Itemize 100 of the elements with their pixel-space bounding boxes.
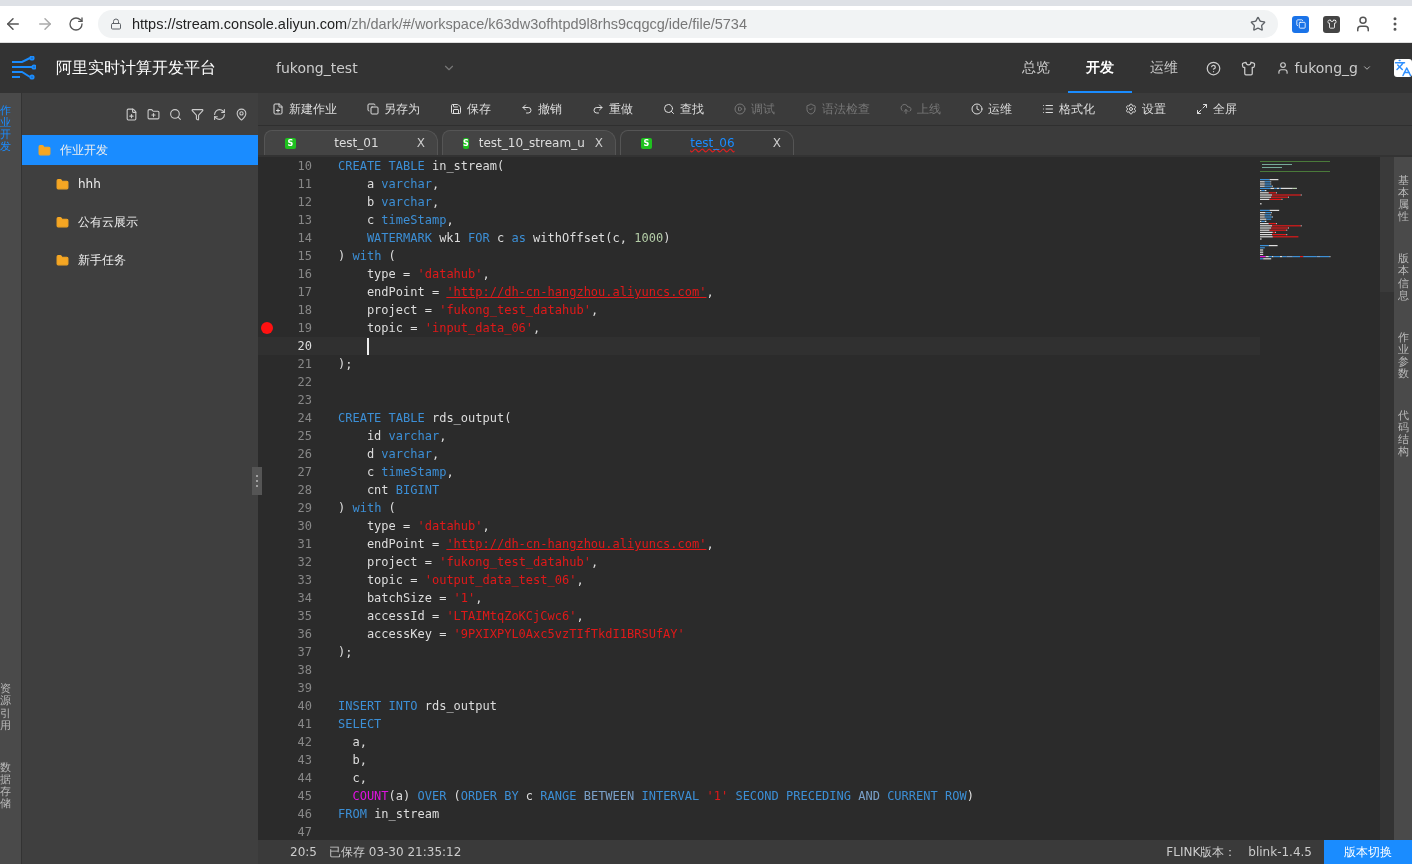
line-number: 10 xyxy=(297,159,312,173)
settings-icon xyxy=(1125,103,1137,115)
line-number: 35 xyxy=(297,609,312,623)
app-title: 阿里实时计算开发平台 xyxy=(56,57,217,79)
extension-icon[interactable] xyxy=(1292,15,1309,33)
line-number: 40 xyxy=(297,699,312,713)
line-number: 42 xyxy=(297,735,312,749)
code-line: project = 'fukong_test_datahub', xyxy=(365,303,599,317)
side-panel-tab[interactable]: 版本信息 xyxy=(1398,253,1409,302)
code-line: CREATE TABLE rds_output( xyxy=(338,411,512,425)
line-number: 29 xyxy=(297,501,312,515)
project-select[interactable]: fukong_test xyxy=(276,60,456,76)
code-line: b, xyxy=(351,753,367,767)
toolbar-button[interactable]: 设置 xyxy=(1125,100,1166,118)
close-button[interactable]: X xyxy=(594,136,603,150)
resize-handle[interactable] xyxy=(252,467,262,495)
side-panel-tab[interactable]: 基本属性 xyxy=(1398,175,1409,224)
code-line: accessId = 'LTAIMtqZoKCjCwc6', xyxy=(365,609,584,623)
shirt-icon[interactable] xyxy=(1241,60,1257,76)
line-number: 17 xyxy=(297,285,312,299)
code-line: d varchar, xyxy=(365,447,440,461)
editor-tab[interactable]: S test_10_stream_u X xyxy=(442,130,616,155)
toolbar-button[interactable]: 撤销 xyxy=(521,100,562,118)
filter-icon[interactable] xyxy=(191,107,204,121)
code-line: cnt BIGINT xyxy=(365,483,440,497)
nav-tab[interactable]: 运维 xyxy=(1132,43,1197,93)
code-line: topic = 'output_data_test_06', xyxy=(365,573,584,587)
engine-label: FLINK版本： xyxy=(1166,843,1237,861)
line-number: 28 xyxy=(297,483,312,497)
editor-tab[interactable]: S test_01 X xyxy=(264,130,438,155)
rail-tab[interactable]: 数据存储 xyxy=(0,761,11,811)
folder-icon xyxy=(56,253,69,267)
toolbar-button[interactable]: 全屏 xyxy=(1196,100,1237,118)
line-number: 15 xyxy=(297,249,312,263)
side-panel-tab[interactable]: 代码结构 xyxy=(1398,410,1409,459)
code-line: CREATE TABLE in_stream( xyxy=(338,159,505,173)
toolbar-button[interactable]: 格式化 xyxy=(1042,100,1095,118)
line-number: 32 xyxy=(297,555,312,569)
nav-tab[interactable]: 总览 xyxy=(1004,43,1069,93)
code-line: ); xyxy=(338,357,353,371)
line-number: 20 xyxy=(297,339,312,353)
new-file-icon xyxy=(272,103,284,115)
bookmark-star-icon[interactable] xyxy=(1250,16,1266,32)
line-number: 22 xyxy=(297,375,312,389)
address-bar[interactable]: https://stream.console.aliyun.com/zh/dark/#/workspace/k63dw3ofhtpd9l8rhs9cqgcg/ide/file/5734 xyxy=(98,10,1278,38)
toolbar-button[interactable]: 另存为 xyxy=(367,100,420,118)
code-line: SELECT xyxy=(338,717,382,731)
toolbar-button[interactable]: 运维 xyxy=(971,100,1012,118)
toolbar-button[interactable]: 重做 xyxy=(592,100,633,118)
extension-icon[interactable] xyxy=(1323,15,1340,33)
back-button[interactable] xyxy=(4,15,22,33)
play-icon xyxy=(734,103,746,115)
tree-item[interactable]: hhh xyxy=(22,165,258,203)
line-number: 38 xyxy=(297,663,312,677)
locate-icon[interactable] xyxy=(235,107,248,121)
close-button[interactable]: X xyxy=(416,136,425,150)
code-line: c timeStamp, xyxy=(365,465,454,479)
cloud-upload-icon xyxy=(900,103,912,115)
line-number: 47 xyxy=(297,825,312,839)
user-menu[interactable]: fukong_g xyxy=(1276,60,1372,76)
list-icon xyxy=(1042,103,1054,115)
caret-icon xyxy=(1362,63,1372,73)
translate-icon[interactable] xyxy=(1394,59,1412,77)
line-number: 13 xyxy=(297,213,312,227)
profile-icon[interactable] xyxy=(1354,15,1372,33)
tree-item[interactable]: 公有云展示 xyxy=(22,203,258,241)
lock-icon xyxy=(110,18,122,30)
line-number: 37 xyxy=(297,645,312,659)
side-panel-tab[interactable]: 作业参数 xyxy=(1398,331,1409,381)
toolbar-button[interactable]: 查找 xyxy=(663,100,704,118)
editor-tab[interactable]: S test_06 X xyxy=(620,130,794,155)
new-folder-icon[interactable] xyxy=(147,107,160,121)
scrollbar-thumb[interactable] xyxy=(1380,157,1394,292)
line-number: 21 xyxy=(297,357,312,371)
code-line: COUNT(a) OVER (ORDER BY c RANGE BETWEEN INTERVAL '1' SECOND PRECEDING AND CURRENT ROW) xyxy=(351,789,974,803)
line-number: 23 xyxy=(297,393,312,407)
line-number: 31 xyxy=(297,537,312,551)
code-line: accessKey = '9PXIXPYL0Axc5vzTIfTkdI1BRSUfAY' xyxy=(365,627,685,641)
file-type-badge: S xyxy=(641,137,652,149)
refresh-icon[interactable] xyxy=(213,107,226,121)
line-number: 12 xyxy=(297,195,312,209)
code-line: INSERT INTO rds_output xyxy=(338,699,497,713)
toolbar-button[interactable]: 保存 xyxy=(450,100,491,118)
line-number: 45 xyxy=(297,789,312,803)
line-number: 30 xyxy=(297,519,312,533)
close-button[interactable]: X xyxy=(772,136,781,150)
code-line: type = 'datahub', xyxy=(365,267,490,281)
code-line: FROM in_stream xyxy=(338,807,440,821)
logo-icon xyxy=(10,56,36,80)
help-icon[interactable] xyxy=(1206,60,1222,76)
search-icon[interactable] xyxy=(169,107,182,121)
code-line: c, xyxy=(351,771,367,785)
toolbar-button[interactable]: 新建作业 xyxy=(272,100,337,118)
line-number: 34 xyxy=(297,591,312,605)
code-line: c timeStamp, xyxy=(365,213,454,227)
rail-tab[interactable]: 资源引用 xyxy=(0,683,11,732)
new-file-icon[interactable] xyxy=(125,107,138,121)
code-line: ); xyxy=(338,645,353,659)
tree-item[interactable]: 新手任务 xyxy=(22,241,258,279)
reload-button[interactable] xyxy=(68,16,84,32)
